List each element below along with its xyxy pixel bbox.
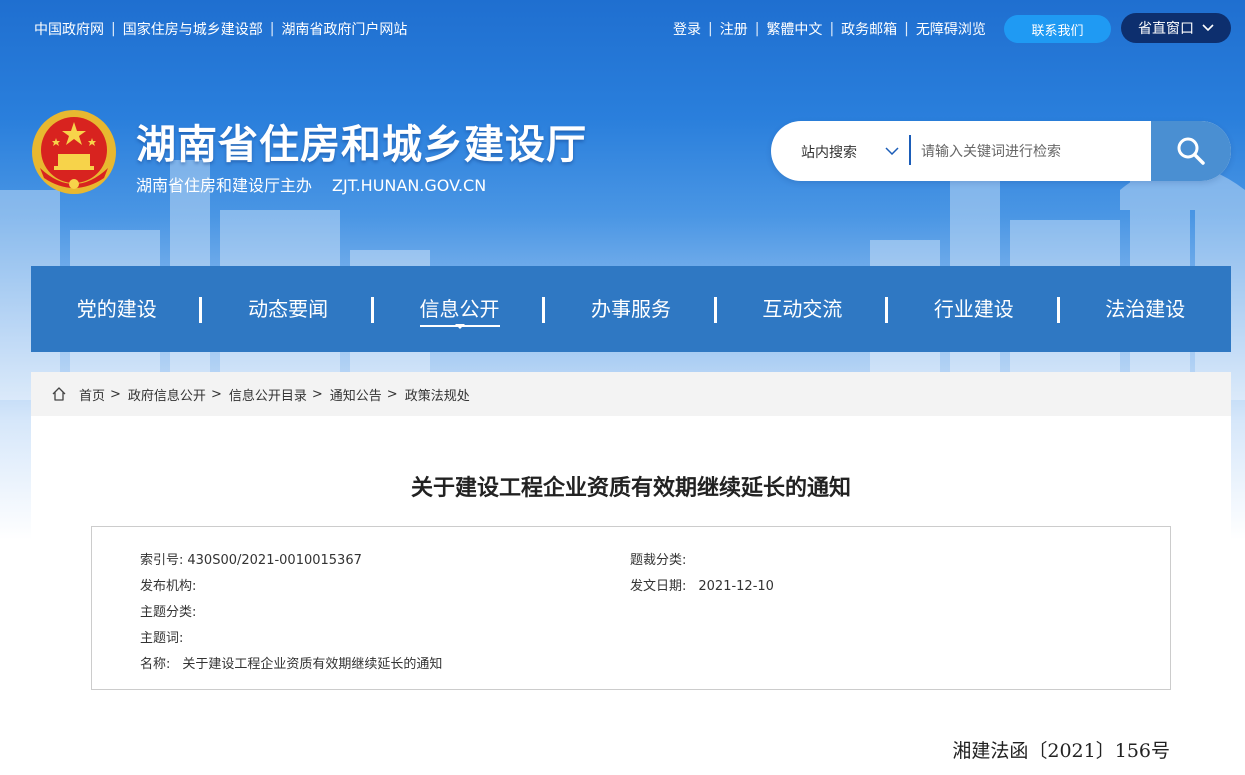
meta-date: 发文日期: 2021-12-10 [630, 575, 774, 594]
nav-label: 党的建设 [76, 297, 157, 321]
breadcrumb-separator: > [110, 386, 121, 402]
nav-label: 信息公开 [419, 297, 500, 327]
link-province-portal[interactable]: 湖南省政府门户网站 [281, 19, 407, 39]
meta-name: 名称: 关于建设工程企业资质有效期继续延长的通知 [140, 653, 442, 672]
meta-index: 索引号: 430S00/2021-0010015367 [140, 549, 362, 568]
nav-label: 行业建设 [933, 297, 1014, 321]
gov-mail-link[interactable]: 政务邮箱 [841, 19, 897, 39]
breadcrumb-gov-info[interactable]: 政府信息公开 [128, 385, 206, 404]
link-divider: | [708, 21, 713, 37]
search-scope-select[interactable]: 站内搜索 [801, 142, 857, 162]
link-gov-portal[interactable]: 中国政府网 [34, 19, 104, 39]
meta-label: 发布机构: [140, 579, 197, 594]
province-window-label: 省直窗口 [1138, 21, 1194, 37]
meta-value: 关于建设工程企业资质有效期继续延长的通知 [182, 657, 443, 672]
meta-genre: 题裁分类: [630, 549, 690, 568]
traditional-chinese-link[interactable]: 繁體中文 [766, 19, 822, 39]
breadcrumb-info-catalog[interactable]: 信息公开目录 [229, 385, 307, 404]
province-window-dropdown[interactable]: 省直窗口 [1121, 13, 1231, 43]
article: 关于建设工程企业资质有效期继续延长的通知 索引号: 430S00/2021-001… [31, 416, 1231, 775]
nav-label: 法治建设 [1105, 297, 1186, 321]
link-ministry[interactable]: 国家住房与城乡建设部 [123, 19, 263, 39]
external-links: 中国政府网 | 国家住房与城乡建设部 | 湖南省政府门户网站 [34, 19, 407, 39]
meta-label: 发文日期: [630, 579, 687, 594]
document-number: 湘建法函〔2021〕156号 [952, 740, 1170, 762]
register-link[interactable]: 注册 [720, 19, 748, 39]
search-input[interactable] [919, 133, 1143, 171]
main-nav: 党的建设 动态要闻 信息公开 办事服务 互动交流 行业建设 法治建设 [31, 266, 1231, 352]
search-button[interactable] [1151, 121, 1231, 181]
nav-news[interactable]: 动态要闻 [202, 266, 375, 352]
search-divider [909, 135, 911, 165]
contact-us-button[interactable]: 联系我们 [1004, 15, 1111, 43]
utility-links: 登录 | 注册 | 繁體中文 | 政务邮箱 | 无障碍浏览 [673, 19, 986, 39]
search-bar: 站内搜索 [771, 121, 1231, 181]
chevron-down-icon[interactable] [885, 147, 899, 155]
meta-topic: 主题分类: [140, 601, 200, 620]
nav-party-building[interactable]: 党的建设 [31, 266, 203, 352]
link-divider: | [904, 21, 909, 37]
meta-value: 2021-12-10 [698, 579, 774, 594]
breadcrumb-home[interactable]: 首页 [79, 385, 105, 404]
site-subtitle: 湖南省住房和建设厅主办 ZJT.HUNAN.GOV.CN [136, 172, 486, 196]
meta-publisher: 发布机构: [140, 575, 200, 594]
link-divider: | [269, 21, 275, 37]
national-emblem-icon [32, 110, 116, 194]
article-title: 关于建设工程企业资质有效期继续延长的通知 [410, 476, 851, 501]
meta-label: 名称: [140, 657, 171, 672]
nav-info-disclosure[interactable]: 信息公开 [374, 266, 546, 352]
nav-rule-of-law[interactable]: 法治建设 [1060, 266, 1231, 352]
breadcrumb-current: 政策法规处 [404, 388, 470, 404]
nav-label: 办事服务 [590, 297, 671, 321]
breadcrumb-separator: > [311, 386, 323, 402]
meta-label: 主题分类: [140, 605, 197, 620]
site-sponsor: 湖南省住房和建设厅主办 [136, 176, 313, 195]
nav-industry[interactable]: 行业建设 [888, 266, 1060, 352]
article-metadata: 索引号: 430S00/2021-0010015367 题裁分类: 发布机构: 发… [91, 526, 1171, 690]
site-title: 湖南省住房和城乡建设厅 [136, 122, 587, 168]
nav-interaction[interactable]: 互动交流 [717, 266, 889, 352]
breadcrumb-notices[interactable]: 通知公告 [330, 385, 382, 404]
breadcrumb: 首页 > 政府信息公开 > 信息公开目录 > 通知公告 > 政策法规处 [31, 372, 1231, 416]
chevron-down-icon [1202, 24, 1214, 32]
nav-services[interactable]: 办事服务 [545, 266, 718, 352]
nav-label: 互动交流 [762, 297, 843, 321]
breadcrumb-separator: > [386, 386, 398, 402]
link-divider: | [754, 21, 760, 37]
meta-label: 索引号: [140, 553, 184, 568]
meta-label: 题裁分类: [630, 553, 687, 568]
login-link[interactable]: 登录 [673, 19, 701, 39]
top-bar: 中国政府网 | 国家住房与城乡建设部 | 湖南省政府门户网站 登录 | 注册 |… [0, 0, 1245, 58]
link-divider: | [829, 21, 835, 37]
meta-label: 主题词: [140, 631, 184, 646]
breadcrumb-separator: > [210, 386, 222, 402]
link-divider: | [111, 21, 116, 37]
site-domain: ZJT.HUNAN.GOV.CN [332, 176, 487, 195]
nav-label: 动态要闻 [248, 297, 329, 321]
accessibility-link[interactable]: 无障碍浏览 [916, 19, 986, 39]
meta-keywords: 主题词: [140, 627, 187, 646]
home-icon[interactable] [51, 386, 67, 402]
search-icon [1177, 137, 1205, 165]
meta-value: 430S00/2021-0010015367 [187, 553, 362, 568]
